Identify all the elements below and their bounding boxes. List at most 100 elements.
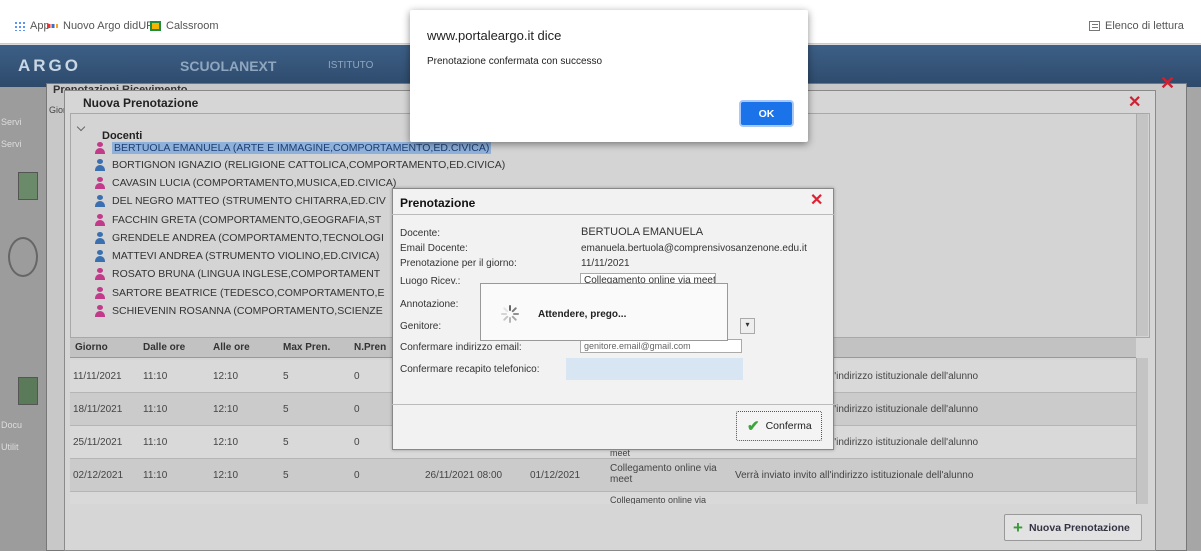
alert-title: www.portaleargo.it dice (427, 28, 562, 43)
side-tile[interactable] (18, 172, 38, 200)
side-label[interactable]: Docu (1, 420, 22, 430)
cell-npren: 0 (354, 404, 360, 415)
docente-item[interactable]: SARTORE BEATRICE (TEDESCO,COMPORTAMENTO,… (95, 285, 384, 301)
docente-label: BERTUOLA EMANUELA (ARTE E IMMAGINE,COMPO… (112, 142, 492, 154)
close-icon[interactable]: ✕ (1128, 92, 1141, 112)
bookmark-app[interactable]: App (14, 20, 50, 32)
nuova-prenotazione-button[interactable]: + Nuova Prenotazione (1004, 514, 1142, 541)
column-header[interactable]: Giorno (75, 342, 108, 353)
docente-label: DEL NEGRO MATTEO (STRUMENTO CHITARRA,ED.… (112, 195, 386, 207)
conferma-label: Conferma (765, 420, 812, 432)
cell-max: 5 (283, 437, 289, 448)
docente-item[interactable]: BERTUOLA EMANUELA (ARTE E IMMAGINE,COMPO… (95, 140, 492, 156)
cell-npren: 0 (354, 470, 360, 481)
loading-text: Attendere, prego... (538, 309, 627, 320)
table-row[interactable]: Collegamento online via (70, 492, 1136, 504)
ok-button[interactable]: OK (739, 100, 794, 127)
plus-icon: + (1013, 518, 1023, 537)
cell-luogo: Collegamento online via meet (610, 463, 717, 485)
docente-label: CAVASIN LUCIA (COMPORTAMENTO,MUSICA,ED.C… (112, 177, 397, 189)
side-tile[interactable] (18, 377, 38, 405)
person-icon (95, 250, 105, 262)
cell-giorno: 02/12/2021 (73, 470, 124, 481)
cell-alle: 12:10 (213, 437, 239, 448)
cell-max: 5 (283, 470, 289, 481)
conferma-button[interactable]: ✔ Conferma (736, 411, 822, 441)
check-icon: ✔ (747, 418, 760, 435)
cell-npren: 0 (354, 371, 360, 382)
table-scrollbar[interactable] (1136, 358, 1148, 504)
bookmark-classroom[interactable]: Calssroom (150, 20, 219, 32)
bookmark-label: Nuovo Argo didUP (63, 20, 154, 32)
nuova-prenotazione-label: Nuova Prenotazione (1028, 521, 1130, 534)
bookmark-argo-didup[interactable]: Nuovo Argo didUP (47, 20, 154, 32)
cell-note: Verrà inviato invito all'indirizzo istit… (735, 470, 974, 481)
cell-max: 5 (283, 404, 289, 415)
nuova-prenotazione-title: Nuova Prenotazione (83, 96, 199, 110)
docente-label: MATTEVI ANDREA (STRUMENTO VIOLINO,ED.CIV… (112, 250, 380, 262)
docente-item[interactable]: DEL NEGRO MATTEO (STRUMENTO CHITARRA,ED.… (95, 193, 386, 209)
column-header[interactable]: Dalle ore (143, 342, 185, 353)
giorno-value: 11/11/2021 (581, 258, 630, 269)
bookmark-label: Calssroom (166, 20, 219, 32)
conferma-telefono-input[interactable] (566, 358, 743, 380)
cell-data-inizio: 26/11/2021 08:00 (425, 470, 503, 481)
cell-alle: 12:10 (213, 404, 239, 415)
docente-label: BORTIGNON IGNAZIO (RELIGIONE CATTOLICA,C… (112, 159, 506, 171)
docente-item[interactable]: CAVASIN LUCIA (COMPORTAMENTO,MUSICA,ED.C… (95, 175, 396, 191)
close-icon[interactable]: ✕ (810, 190, 823, 210)
cell-note: l'indirizzo istituzionale dell'alunno (832, 371, 979, 382)
docente-item[interactable]: SCHIEVENIN ROSANNA (COMPORTAMENTO,SCIENZ… (95, 303, 383, 319)
conferma-email-input[interactable]: genitore.email@gmail.com (580, 339, 742, 353)
close-icon[interactable]: ✕ (1160, 73, 1178, 93)
argo-logo: ARGO (18, 56, 81, 75)
apps-grid-icon (14, 21, 25, 31)
tree-scrollbar[interactable] (1136, 114, 1148, 336)
docente-item[interactable]: FACCHIN GRETA (COMPORTAMENTO,GEOGRAFIA,S… (95, 212, 381, 228)
reading-list-icon (1089, 21, 1100, 31)
cell-dalle: 11:10 (143, 470, 168, 481)
cell-data-fine: 01/12/2021 (530, 470, 581, 481)
cell-giorno: 25/11/2021 (73, 437, 123, 448)
column-header[interactable]: Max Pren. (283, 342, 330, 353)
genitore-label: Genitore: (400, 321, 442, 332)
alert-message: Prenotazione confermata con successo (427, 56, 603, 67)
brand-name: SCUOLANEXT (180, 58, 277, 74)
side-tile[interactable] (8, 237, 38, 277)
docente-label: ROSATO BRUNA (LINGUA INGLESE,COMPORTAMEN… (112, 268, 381, 280)
conferma-telefono-label: Confermare recapito telefonico: (400, 364, 540, 375)
side-label[interactable]: Servi (1, 117, 22, 127)
docente-label: GRENDELE ANDREA (COMPORTAMENTO,TECNOLOGI (112, 232, 384, 244)
side-label[interactable]: Utilit (1, 442, 19, 452)
cell-alle: 12:10 (213, 371, 239, 382)
side-label[interactable]: Servi (1, 139, 22, 149)
person-icon (95, 177, 105, 189)
divider (392, 404, 834, 405)
column-header[interactable]: N.Pren (354, 342, 386, 353)
cell-luogo: Collegamento online via (610, 495, 707, 504)
docente-item[interactable]: MATTEVI ANDREA (STRUMENTO VIOLINO,ED.CIV… (95, 248, 379, 264)
person-icon (95, 195, 105, 207)
reading-list[interactable]: Elenco di lettura (1089, 20, 1184, 32)
docente-value: BERTUOLA EMANUELA (581, 226, 704, 238)
docente-item[interactable]: GRENDELE ANDREA (COMPORTAMENTO,TECNOLOGI (95, 230, 384, 246)
prenotazione-title: Prenotazione (400, 196, 476, 210)
cell-alle: 12:10 (213, 470, 239, 481)
conferma-email-label: Confermare indirizzo email: (400, 342, 522, 353)
docente-item[interactable]: ROSATO BRUNA (LINGUA INGLESE,COMPORTAMEN… (95, 266, 380, 282)
person-icon (95, 305, 105, 317)
cell-dalle: 11:10 (143, 404, 168, 415)
giorno-label: Prenotazione per il giorno: (400, 258, 517, 269)
docente-item[interactable]: BORTIGNON IGNAZIO (RELIGIONE CATTOLICA,C… (95, 157, 505, 173)
docente-label: Docente: (400, 228, 441, 239)
cell-note: l'indirizzo istituzionale dell'alunno (832, 437, 979, 448)
person-icon (95, 142, 105, 154)
spinner-icon (501, 305, 519, 323)
person-icon (95, 287, 105, 299)
column-header[interactable]: Alle ore (213, 342, 250, 353)
chevron-down-icon[interactable]: ▾ (740, 318, 755, 334)
email-value: emanuela.bertuola@comprensivosanzenone.e… (581, 243, 807, 254)
person-icon (95, 214, 105, 226)
argo-icon (47, 24, 58, 28)
table-row[interactable]: 02/12/2021 11:10 12:10 5 0 26/11/2021 08… (70, 459, 1136, 492)
